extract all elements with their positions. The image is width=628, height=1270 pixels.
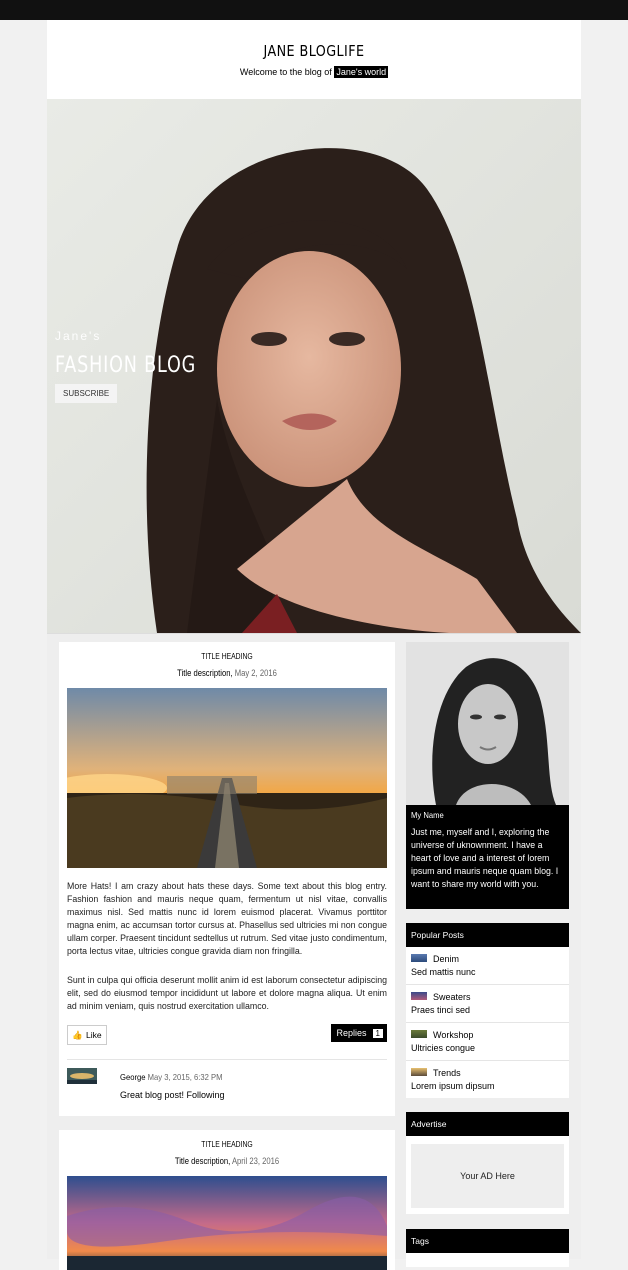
replies-count-badge: 1 <box>372 1028 383 1038</box>
popular-post-thumbnail <box>411 954 427 962</box>
popular-post-label: Sweaters <box>433 992 471 1002</box>
profile-photo <box>406 642 569 805</box>
site-header: JANE BLOGLIFE Welcome to the blog of Jan… <box>47 20 581 99</box>
popular-post-thumbnail <box>411 1068 427 1076</box>
page-container: JANE BLOGLIFE Welcome to the blog of Jan… <box>47 20 581 1270</box>
post-image-city-sunset <box>67 688 387 868</box>
popular-post-thumbnail <box>411 992 427 1000</box>
post-image-sunset-sky <box>67 1176 387 1270</box>
popular-post-label: Denim <box>433 954 460 964</box>
popular-post-item[interactable]: Trends Lorem ipsum dipsum <box>406 1061 569 1098</box>
profile-card: My Name Just me, myself and I, exploring… <box>406 642 569 909</box>
replies-button[interactable]: Replies 1 <box>330 1024 387 1042</box>
blog-post: TITLE HEADING Title description, May 2, … <box>59 642 395 1116</box>
comment-author: George <box>120 1072 146 1082</box>
popular-post-label: Workshop <box>433 1030 474 1040</box>
hero-subtitle: Jane's <box>55 329 102 343</box>
post-description-label: Title description, <box>174 1156 231 1166</box>
top-bar <box>0 0 628 20</box>
popular-post-item[interactable]: Denim Sed mattis nunc <box>406 947 569 985</box>
popular-post-desc: Lorem ipsum dipsum <box>411 1081 495 1091</box>
thumbs-up-icon: 👍 <box>72 1029 83 1040</box>
hero-banner: Jane's FASHION BLOG SUBSCRIBE <box>47 99 581 633</box>
hero-caption: Jane's FASHION BLOG SUBSCRIBE <box>55 329 231 403</box>
like-label: Like <box>86 1030 102 1040</box>
popular-posts-heading: Popular Posts <box>406 923 569 947</box>
like-button[interactable]: 👍 Like <box>67 1025 107 1045</box>
post-date-line: Title description, April 23, 2016 <box>84 1156 370 1166</box>
popular-posts-widget: Popular Posts Denim Sed mattis nunc Swea… <box>406 923 569 1098</box>
tagline-prefix: Welcome to the blog of <box>239 67 332 77</box>
tagline-highlight: Jane's world <box>334 66 389 78</box>
post-description-label: Title description, <box>177 668 233 678</box>
post-paragraph: More Hats! I am crazy about hats these d… <box>67 881 387 956</box>
post-paragraph: Sunt in culpa qui officia deserunt molli… <box>67 975 387 1011</box>
subscribe-button[interactable]: SUBSCRIBE <box>55 384 118 403</box>
comment-date: May 3, 2015, 6:32 PM <box>147 1072 223 1082</box>
comment-meta: George May 3, 2015, 6:32 PM <box>120 1072 223 1082</box>
site-tagline: Welcome to the blog of Jane's world <box>47 66 581 78</box>
tags-widget: Tags <box>406 1229 569 1267</box>
post-title: TITLE HEADING <box>201 652 253 661</box>
popular-post-item[interactable]: Workshop Ultricies congue <box>406 1023 569 1061</box>
post-date-line: Title description, May 2, 2016 <box>84 668 370 678</box>
popular-post-item[interactable]: Sweaters Praes tinci sed <box>406 985 569 1023</box>
popular-post-thumbnail <box>411 1030 427 1038</box>
post-date: April 23, 2016 <box>231 1156 280 1166</box>
comment-text: Great blog post! Following <box>120 1090 225 1100</box>
site-title[interactable]: JANE BLOGLIFE <box>87 42 541 60</box>
post-title: TITLE HEADING <box>201 1140 253 1149</box>
comment-divider <box>67 1059 387 1060</box>
main-content: TITLE HEADING Title description, May 2, … <box>47 633 581 1270</box>
profile-name: My Name <box>411 810 444 820</box>
blog-post: TITLE HEADING Title description, April 2… <box>59 1130 395 1270</box>
commenter-avatar <box>67 1068 97 1084</box>
popular-post-label: Trends <box>433 1068 461 1078</box>
replies-label: Replies <box>336 1028 367 1038</box>
hero-title: FASHION BLOG <box>55 353 197 378</box>
popular-post-desc: Sed mattis nunc <box>411 967 476 977</box>
popular-post-desc: Praes tinci sed <box>411 1005 471 1015</box>
profile-bio: Just me, myself and I, exploring the uni… <box>411 827 559 889</box>
advertise-heading: Advertise <box>406 1112 569 1136</box>
ad-placeholder[interactable]: Your AD Here <box>411 1144 564 1208</box>
advertise-widget: Advertise Your AD Here <box>406 1112 569 1214</box>
tags-heading: Tags <box>406 1229 569 1253</box>
popular-post-desc: Ultricies congue <box>411 1043 476 1053</box>
post-date: May 2, 2016 <box>234 668 277 678</box>
